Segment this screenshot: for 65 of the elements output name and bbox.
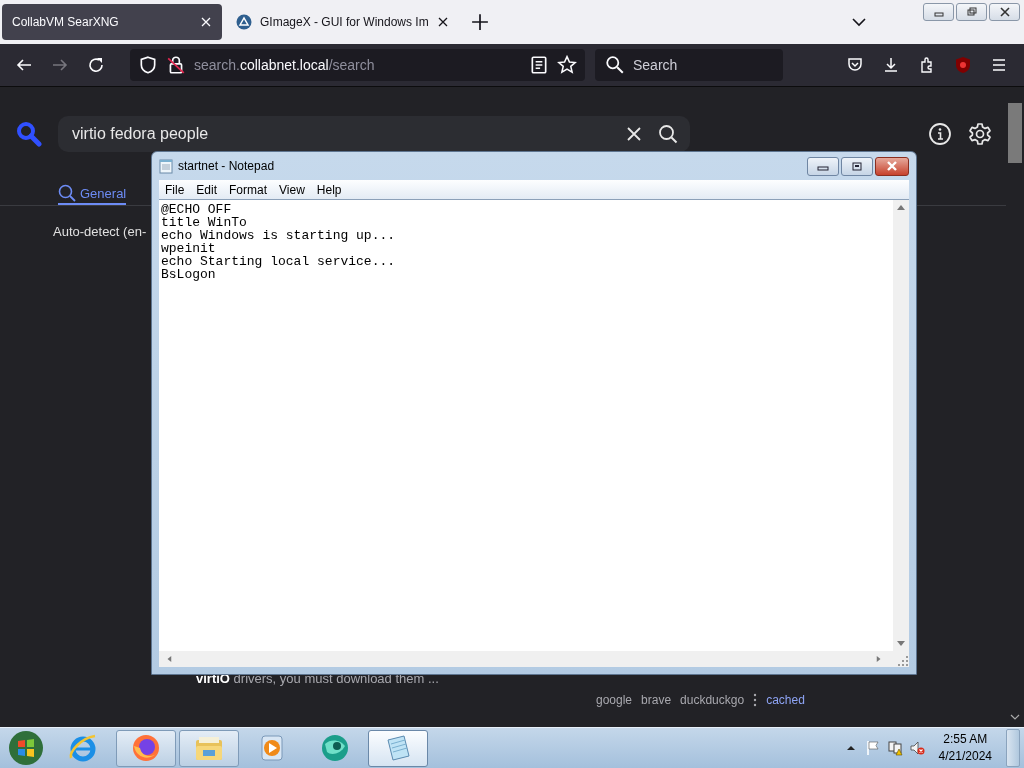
reader-view-icon[interactable] bbox=[529, 55, 549, 75]
text-line: wpeinit bbox=[161, 242, 216, 255]
engine-label: google bbox=[596, 693, 633, 707]
text-line: title WinTo bbox=[161, 216, 247, 229]
minimize-button[interactable] bbox=[923, 3, 954, 21]
menu-item[interactable]: Help bbox=[310, 182, 348, 197]
flag-icon[interactable] bbox=[864, 740, 881, 756]
new-tab-icon[interactable] bbox=[470, 13, 489, 31]
shield-icon bbox=[138, 55, 158, 75]
engine-label: duckduckgo bbox=[680, 693, 745, 707]
browser-tab[interactable]: CollabVM SearXNG bbox=[2, 4, 222, 40]
restore-button[interactable] bbox=[956, 3, 987, 21]
settings-icon[interactable] bbox=[968, 122, 992, 146]
taskbar-button[interactable] bbox=[179, 729, 239, 767]
fox-browser-icon[interactable] bbox=[130, 732, 162, 764]
restore-icon[interactable] bbox=[964, 6, 979, 18]
engine-label: brave bbox=[641, 693, 672, 707]
menu-icon[interactable] bbox=[990, 56, 1008, 74]
more-dots-icon bbox=[753, 693, 758, 707]
language-selector[interactable]: Auto-detect (en- bbox=[53, 224, 147, 239]
search-logo-icon[interactable] bbox=[16, 121, 42, 147]
search-icon bbox=[605, 55, 625, 75]
text-line: echo Starting local service... bbox=[161, 255, 396, 268]
text-line: echo Windows is starting up... bbox=[161, 229, 396, 242]
text-line: BsLogon bbox=[161, 268, 216, 281]
maximize-button[interactable] bbox=[841, 156, 873, 176]
menu-item[interactable]: Format bbox=[223, 182, 274, 197]
menu-item[interactable]: Edit bbox=[190, 182, 224, 197]
window-title: startnet - Notepad bbox=[178, 159, 275, 173]
close-button[interactable] bbox=[875, 156, 909, 176]
clock-date: 4/21/2024 bbox=[938, 748, 992, 765]
info-icon[interactable] bbox=[928, 122, 952, 146]
download-icon[interactable] bbox=[882, 56, 900, 74]
menu-item[interactable]: View bbox=[273, 182, 311, 197]
text-line: @ECHO OFF bbox=[161, 203, 232, 216]
cached-link[interactable]: cached bbox=[766, 693, 805, 707]
notepad-icon bbox=[159, 158, 173, 174]
category-tab[interactable]: General bbox=[58, 187, 127, 205]
scrollbar-thumb[interactable] bbox=[1008, 103, 1022, 163]
scroll-up-arrow-icon[interactable] bbox=[897, 204, 905, 210]
menu-item[interactable]: File bbox=[159, 182, 191, 197]
pocket-icon[interactable] bbox=[846, 56, 864, 74]
minimize-button[interactable] bbox=[807, 156, 839, 176]
scroll-down-arrow-icon[interactable] bbox=[897, 641, 905, 647]
shield-badge-icon[interactable] bbox=[954, 56, 972, 74]
search-icon[interactable] bbox=[658, 124, 678, 144]
taskbar-button[interactable] bbox=[368, 729, 428, 767]
scroll-right-arrow-icon[interactable] bbox=[875, 656, 883, 662]
search-field[interactable]: Search bbox=[595, 49, 783, 81]
query-field[interactable]: virtio fedora people bbox=[58, 116, 690, 152]
close-icon[interactable] bbox=[997, 6, 1012, 18]
speaker-muted-icon[interactable] bbox=[908, 740, 925, 756]
clock-time: 2:55 AM bbox=[943, 731, 988, 748]
globe-icon[interactable] bbox=[319, 732, 351, 764]
address-bar[interactable]: search.collabnet.local/search bbox=[130, 49, 585, 81]
resize-grip-icon[interactable] bbox=[897, 655, 909, 667]
scroll-left-arrow-icon[interactable] bbox=[165, 656, 173, 662]
padlock-icon bbox=[166, 55, 186, 75]
network-warning-icon[interactable] bbox=[886, 740, 903, 756]
close-button[interactable] bbox=[989, 3, 1020, 21]
taskbar-button[interactable] bbox=[116, 729, 176, 767]
search-icon bbox=[58, 184, 76, 202]
reload-icon[interactable] bbox=[87, 56, 105, 74]
star-icon[interactable] bbox=[557, 55, 577, 75]
browser-tab[interactable]: GImageX - GUI for Windows Im bbox=[226, 4, 459, 40]
